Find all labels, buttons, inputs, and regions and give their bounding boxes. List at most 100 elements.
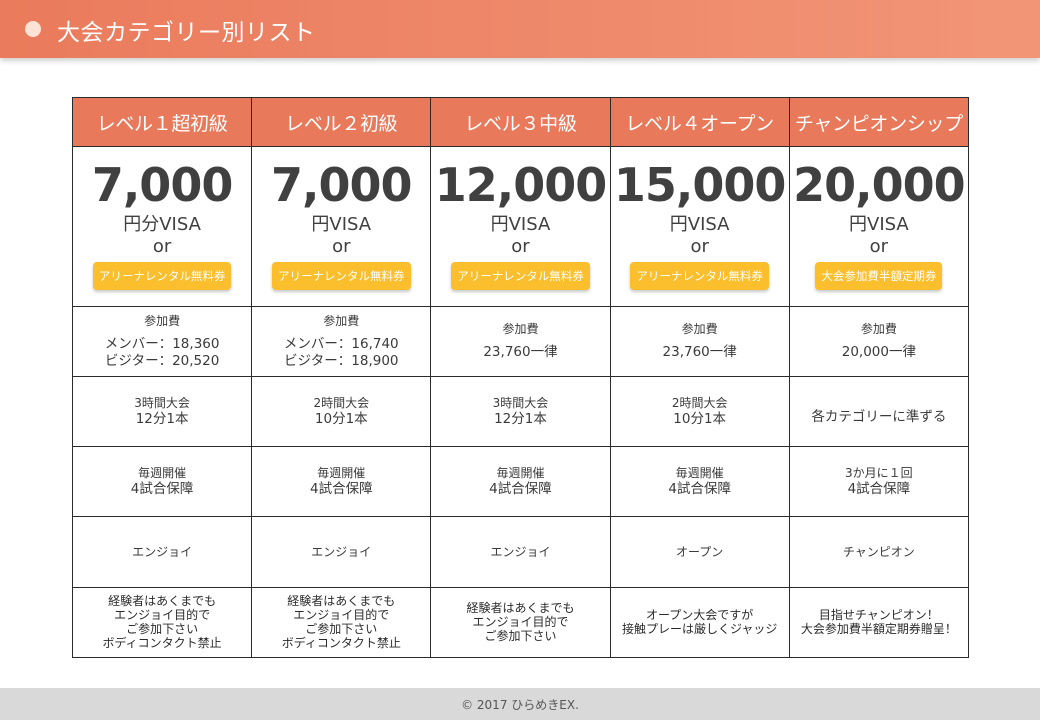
- time-match: 10分1本: [314, 411, 368, 428]
- note-cell: 目指せチャンピオン！ 大会参加費半額定期券贈呈！: [788, 586, 970, 659]
- note-line: 目指せチャンピオン！: [818, 608, 939, 623]
- prize-unit: 円VISA: [311, 214, 372, 236]
- note-line: エンジョイ目的で: [114, 608, 211, 623]
- time-note: 各カテゴリーに準ずる: [811, 409, 947, 426]
- note-cell: 経験者はあくまでも エンジョイ目的で ご参加下さい ボディコンタクト禁止: [251, 586, 432, 659]
- note-line: 接触プレーは厳しくジャッジ: [621, 622, 778, 637]
- prize-amount: 15,000: [613, 158, 787, 213]
- note-line: ご参加下さい: [484, 629, 557, 644]
- schedule-frequency: 毎週開催: [317, 466, 366, 481]
- fee-cell: 参加費 メンバー：18,360 ビジター：20,520: [71, 305, 253, 377]
- fee-flat: 23,760一律: [483, 344, 558, 361]
- schedule-guarantee: 4試合保障: [668, 481, 731, 498]
- fee-visitor: ビジター：18,900: [284, 352, 399, 369]
- prize-cell: 12,000 円VISA or アリーナレンタル無料券: [430, 146, 611, 307]
- time-duration: 3時間大会: [492, 396, 549, 411]
- time-duration: 3時間大会: [134, 396, 190, 411]
- schedule-guarantee: 4試合保障: [489, 481, 552, 498]
- note-line: ご参加下さい: [305, 622, 378, 637]
- prize-or: or: [869, 236, 889, 258]
- style-cell: エンジョイ: [251, 516, 432, 588]
- fee-member: メンバー：16,740: [283, 335, 399, 352]
- prize-badge: アリーナレンタル無料券: [630, 262, 769, 291]
- schedule-frequency: 毎週開催: [496, 466, 545, 481]
- fee-title: 参加費: [144, 313, 181, 328]
- prize-badge: アリーナレンタル無料券: [92, 262, 232, 291]
- time-cell: 3時間大会 12分1本: [71, 375, 253, 448]
- prize-badge: アリーナレンタル無料券: [272, 262, 411, 291]
- prize-unit: 円分VISA: [123, 214, 201, 236]
- fee-title: 参加費: [502, 322, 539, 337]
- fee-title: 参加費: [681, 322, 718, 337]
- note-line: 大会参加費半額定期券贈呈！: [800, 622, 957, 637]
- fee-flat: 23,760一律: [662, 344, 737, 361]
- prize-cell: 7,000 円分VISA or アリーナレンタル無料券: [71, 146, 253, 307]
- prize-cell: 15,000 円VISA or アリーナレンタル無料券: [609, 146, 790, 307]
- footer-bar: © 2017 ひらめきEX.: [0, 688, 1040, 720]
- schedule-guarantee: 4試合保障: [847, 481, 911, 498]
- schedule-guarantee: 4試合保障: [309, 481, 373, 498]
- copyright-text: © 2017 ひらめきEX.: [461, 698, 579, 712]
- fee-cell: 参加費 23,760一律: [430, 305, 611, 377]
- schedule-row: 毎週開催 4試合保障 毎週開催 4試合保障 毎週開催 4試合保障 毎週開催 4試…: [71, 446, 970, 518]
- page-title: 大会カテゴリー別リスト: [57, 20, 316, 46]
- fee-title: 参加費: [323, 313, 360, 328]
- fee-member: メンバー：18,360: [104, 335, 220, 352]
- schedule-cell: 毎週開催 4試合保障: [71, 446, 253, 518]
- schedule-frequency: 毎週開催: [138, 466, 187, 481]
- style-cell: エンジョイ: [430, 516, 611, 588]
- note-cell: オープン大会ですが 接触プレーは厳しくジャッジ: [609, 586, 790, 659]
- schedule-guarantee: 4試合保障: [130, 481, 194, 498]
- note-line: 経験者はあくまでも: [466, 601, 575, 616]
- style-cell: オープン: [609, 516, 790, 588]
- fee-cell: 参加費 23,760一律: [609, 305, 790, 377]
- category-table: レベル１超初級 レベル２初級 レベル３中級 レベル４オープン チャンピオンシップ…: [71, 96, 970, 659]
- note-line: オープン大会ですが: [646, 608, 754, 623]
- style-cell: エンジョイ: [71, 516, 253, 588]
- column-header-level2: レベル２初級: [251, 96, 432, 148]
- time-match: 12分1本: [135, 411, 189, 428]
- column-header-level1: レベル１超初級: [71, 96, 253, 148]
- prize-amount: 7,000: [91, 158, 234, 213]
- prize-unit: 円VISA: [490, 214, 551, 236]
- schedule-cell: 毎週開催 4試合保障: [430, 446, 611, 518]
- time-match: 12分1本: [494, 411, 547, 428]
- time-duration: 2時間大会: [313, 396, 370, 411]
- note-line: ご参加下さい: [126, 622, 199, 637]
- note-cell: 経験者はあくまでも エンジョイ目的で ご参加下さい: [430, 586, 611, 659]
- note-line: ボディコンタクト禁止: [281, 636, 401, 651]
- bullet-dot-icon: [25, 21, 41, 37]
- column-header-level3: レベル３中級: [430, 96, 611, 148]
- time-duration: 2時間大会: [671, 396, 728, 411]
- note-line: 経験者はあくまでも: [287, 594, 396, 609]
- time-cell: 各カテゴリーに準ずる: [788, 375, 970, 448]
- schedule-cell: 毎週開催 4試合保障: [251, 446, 432, 518]
- note-line: エンジョイ目的で: [293, 608, 390, 623]
- schedule-cell: 毎週開催 4試合保障: [609, 446, 790, 518]
- prize-badge: 大会参加費半額定期券: [815, 262, 943, 291]
- prize-cell: 7,000 円VISA or アリーナレンタル無料券: [251, 146, 432, 307]
- prize-amount: 20,000: [793, 158, 966, 213]
- fee-title: 参加費: [860, 322, 897, 337]
- fee-flat: 20,000一律: [841, 344, 916, 361]
- prize-or: or: [690, 236, 709, 258]
- column-header-championship: チャンピオンシップ: [788, 96, 970, 148]
- time-match: 10分1本: [673, 411, 727, 428]
- fee-row: 参加費 メンバー：18,360 ビジター：20,520 参加費 メンバー：16,…: [71, 305, 970, 377]
- time-cell: 2時間大会 10分1本: [251, 375, 432, 448]
- prize-cell: 20,000 円VISA or 大会参加費半額定期券: [788, 146, 970, 307]
- time-cell: 3時間大会 12分1本: [430, 375, 611, 448]
- fee-cell: 参加費 メンバー：16,740 ビジター：18,900: [251, 305, 432, 377]
- note-line: エンジョイ目的で: [472, 615, 569, 630]
- schedule-cell: 3か月に１回 4試合保障: [788, 446, 970, 518]
- schedule-frequency: 毎週開催: [675, 466, 724, 481]
- fee-visitor: ビジター：20,520: [104, 352, 220, 369]
- header-bar: 大会カテゴリー別リスト: [0, 0, 1040, 58]
- note-line: ボディコンタクト禁止: [102, 636, 222, 651]
- prize-or: or: [152, 236, 172, 258]
- column-header-level4: レベル４オープン: [609, 96, 790, 148]
- note-line: 経験者はあくまでも: [108, 594, 217, 609]
- prize-badge: アリーナレンタル無料券: [451, 262, 590, 291]
- time-cell: 2時間大会 10分1本: [609, 375, 790, 448]
- prize-unit: 円VISA: [669, 214, 730, 236]
